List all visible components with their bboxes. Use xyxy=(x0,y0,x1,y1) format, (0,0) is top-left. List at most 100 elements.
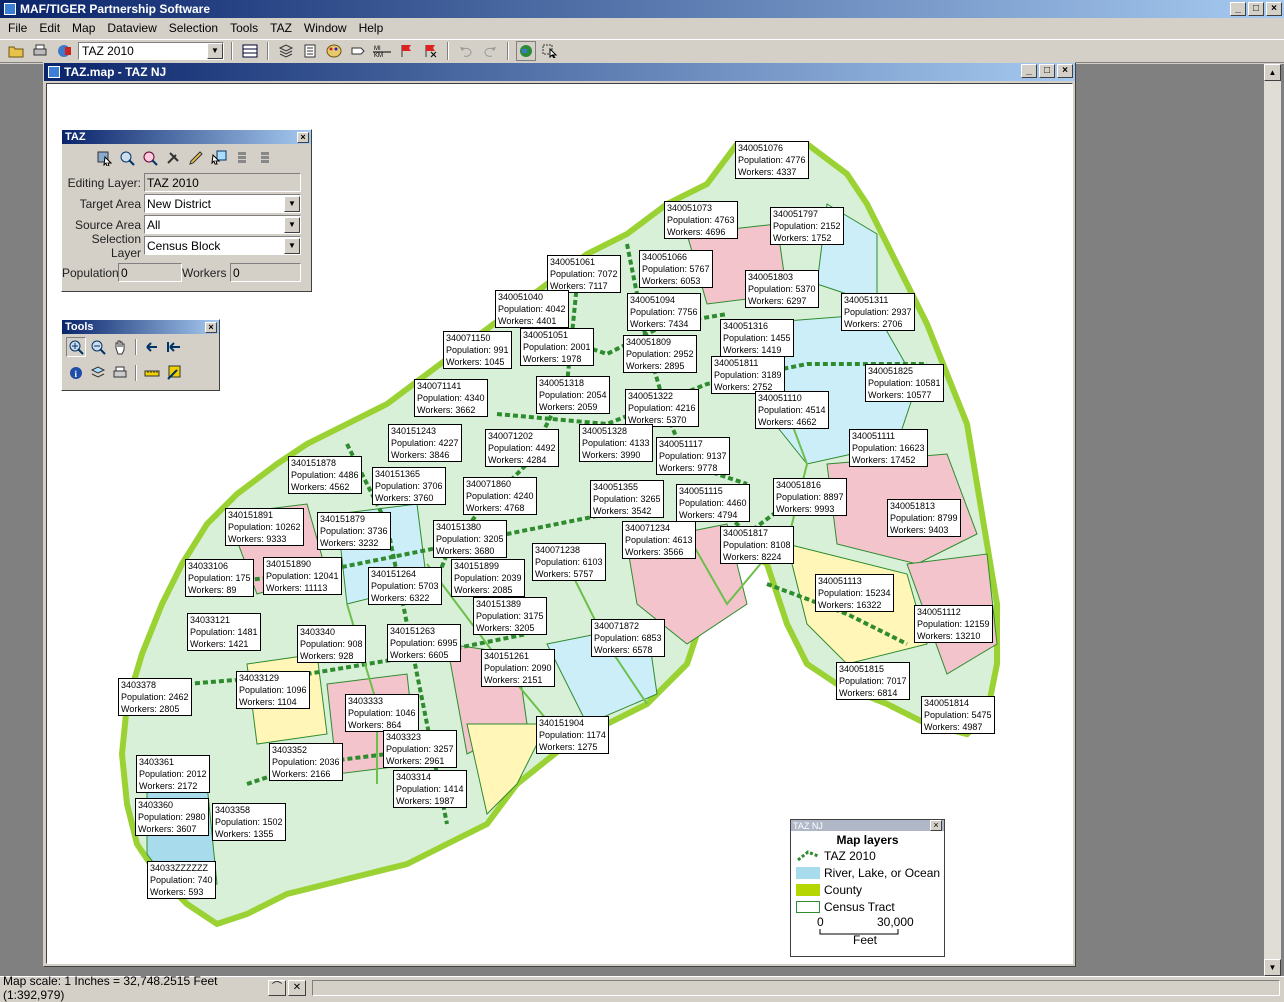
taz-id: 3403378 xyxy=(121,680,157,690)
target-area-select[interactable]: New District ▼ xyxy=(144,194,301,213)
select-area-icon[interactable] xyxy=(94,148,114,168)
taz-id: 340051803 xyxy=(748,272,794,282)
taz-workers: Workers: 593 xyxy=(150,887,204,897)
taz-id: 340051817 xyxy=(723,528,769,538)
flag-remove-icon[interactable] xyxy=(420,41,440,61)
taz-id: 3403340 xyxy=(300,627,336,637)
open-folder-icon[interactable] xyxy=(6,41,26,61)
menu-help[interactable]: Help xyxy=(353,21,390,35)
chevron-down-icon[interactable]: ▼ xyxy=(284,216,300,233)
workers-label: Workers xyxy=(182,265,227,280)
minimize-button[interactable]: _ xyxy=(1230,2,1246,16)
taz-id: 340151879 xyxy=(320,514,366,524)
redo-icon[interactable] xyxy=(480,41,500,61)
scale-units-icon[interactable]: MI KM xyxy=(372,41,392,61)
taz-panel-title: TAZ xyxy=(65,131,86,143)
layers-icon[interactable] xyxy=(276,41,296,61)
tools-panel-close-button[interactable]: × xyxy=(205,321,217,333)
chevron-down-icon[interactable]: ▼ xyxy=(284,195,300,212)
menu-file[interactable]: File xyxy=(2,21,33,35)
taz-workers: Workers: 1355 xyxy=(215,829,274,839)
taz-id: 340051111 xyxy=(852,431,896,441)
pointer-edit-icon[interactable] xyxy=(209,148,229,168)
taz-label: 340051328 Population: 4133 Workers: 3990 xyxy=(579,424,653,462)
taz-population: Population: 4514 xyxy=(758,405,826,415)
taz-workers: Workers: 928 xyxy=(300,651,354,661)
scale-zero-label: 0 xyxy=(817,915,824,929)
previous-extent-icon[interactable] xyxy=(142,337,162,357)
ruler-icon[interactable] xyxy=(142,363,162,383)
close-button[interactable]: × xyxy=(1266,2,1282,16)
zoom-in-icon[interactable] xyxy=(66,337,86,357)
map-globe-icon[interactable] xyxy=(516,41,536,61)
selection-layer-label: Selection Layer xyxy=(91,231,141,260)
print-icon[interactable] xyxy=(30,41,50,61)
legend-close-button[interactable]: × xyxy=(930,820,942,831)
menu-selection[interactable]: Selection xyxy=(163,21,224,35)
zoom-layer-icon[interactable] xyxy=(140,148,160,168)
layers-globe-icon[interactable] xyxy=(54,41,74,61)
taz-workers: Workers: 6322 xyxy=(371,593,430,603)
map-ruler-icon[interactable] xyxy=(164,363,184,383)
taz-population: Population: 4776 xyxy=(738,155,806,165)
county-swatch-icon xyxy=(796,883,820,896)
print-layer-icon[interactable] xyxy=(110,363,130,383)
wrench-tools-icon[interactable] xyxy=(163,148,183,168)
map-legend[interactable]: TAZ NJ × Map layers TAZ 2010 River, Lake… xyxy=(790,819,945,957)
map-close-button[interactable]: × xyxy=(1057,64,1073,78)
taz-label: 340051073 Population: 4763 Workers: 4696 xyxy=(664,201,738,239)
zoom-out-icon[interactable] xyxy=(88,337,108,357)
menu-window[interactable]: Window xyxy=(298,21,353,35)
taz-workers: Workers: 2706 xyxy=(844,319,903,329)
list-icon[interactable] xyxy=(300,41,320,61)
map-maximize-button[interactable]: □ xyxy=(1039,64,1055,78)
label-icon[interactable] xyxy=(348,41,368,61)
layer-select[interactable]: TAZ 2010 ▼ xyxy=(78,42,224,60)
legend-item-water: River, Lake, or Ocean xyxy=(791,864,944,881)
zoom-area-icon[interactable] xyxy=(117,148,137,168)
menu-taz[interactable]: TAZ xyxy=(264,21,298,35)
selection-layer-select[interactable]: Census Block ▼ xyxy=(144,236,301,255)
dataview-icon[interactable] xyxy=(240,41,260,61)
taz-workers: Workers: 9993 xyxy=(776,504,835,514)
taz-label: 340051318 Population: 2054 Workers: 2059 xyxy=(536,376,610,414)
taz-id: 340051322 xyxy=(628,391,674,401)
flag-icon[interactable] xyxy=(396,41,416,61)
menu-edit[interactable]: Edit xyxy=(33,21,66,35)
taz-workers: Workers: 3846 xyxy=(391,450,450,460)
menu-map[interactable]: Map xyxy=(66,21,101,35)
taz-id: 340151263 xyxy=(390,626,436,636)
stack-up-icon[interactable] xyxy=(232,148,252,168)
taz-population: Population: 1046 xyxy=(348,708,416,718)
source-area-select[interactable]: All ▼ xyxy=(144,215,301,234)
chevron-down-icon[interactable]: ▼ xyxy=(207,43,223,59)
vertical-scrollbar[interactable]: ▲ ▼ xyxy=(1264,64,1281,976)
undo-icon[interactable] xyxy=(456,41,476,61)
map-minimize-button[interactable]: _ xyxy=(1021,64,1037,78)
select-cursor-icon[interactable] xyxy=(540,41,560,61)
stack-down-icon[interactable] xyxy=(255,148,275,168)
taz-label: 34033121 Population: 1481 Workers: 1421 xyxy=(187,613,261,651)
full-extent-icon[interactable] xyxy=(164,337,184,357)
info-icon[interactable]: i xyxy=(66,363,86,383)
maximize-button[interactable]: □ xyxy=(1248,2,1264,16)
status-cancel-icon[interactable]: ✕ xyxy=(288,979,306,996)
taz-id: 34033121 xyxy=(190,615,231,625)
scroll-down-icon[interactable]: ▼ xyxy=(1264,959,1281,976)
taz-population: Population: 5767 xyxy=(642,264,710,274)
menu-tools[interactable]: Tools xyxy=(224,21,264,35)
scroll-up-icon[interactable]: ▲ xyxy=(1264,64,1281,81)
palette-icon[interactable] xyxy=(324,41,344,61)
chevron-down-icon[interactable]: ▼ xyxy=(284,237,300,254)
taz-workers: Workers: 3680 xyxy=(436,546,495,556)
menu-dataview[interactable]: Dataview xyxy=(101,21,162,35)
taz-id: 3403352 xyxy=(272,745,308,755)
taz-panel-close-button[interactable]: × xyxy=(297,131,309,143)
taz-label: 340051051 Population: 2001 Workers: 1978 xyxy=(520,328,594,366)
taz-id: 340071238 xyxy=(535,545,581,555)
status-pin-icon[interactable]: ⌒ xyxy=(268,979,286,996)
pan-hand-icon[interactable] xyxy=(110,337,130,357)
layer-stack-icon[interactable] xyxy=(88,363,108,383)
tools-panel: Tools × i xyxy=(61,319,220,391)
edit-pencil-icon[interactable] xyxy=(186,148,206,168)
